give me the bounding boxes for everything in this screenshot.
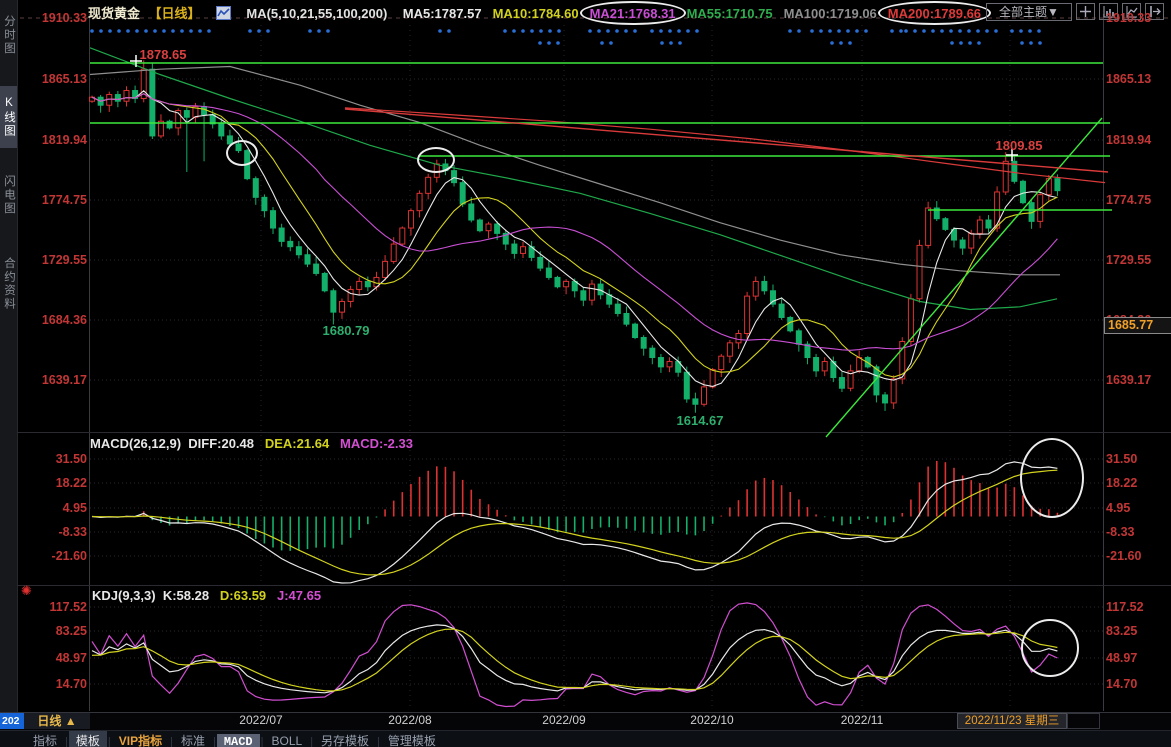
year-clip-cell: 202 <box>0 713 25 729</box>
macd-params: MACD(26,12,9) <box>90 436 181 451</box>
kdj-axis-label-left: 117.52 <box>17 599 90 615</box>
date-label: 2022/07 <box>226 713 296 727</box>
price-tag: 1685.77 <box>1104 317 1171 334</box>
kdj-k-value: K:58.28 <box>163 588 209 603</box>
toolbar-divider: | <box>65 736 68 747</box>
date-label: 2022/10 <box>677 713 747 727</box>
mini-chart-icon[interactable] <box>216 6 231 23</box>
price-axis-label-left: 1819.94 <box>17 132 90 148</box>
price-axis-label-right: 1819.94 <box>1106 132 1151 148</box>
ma-params-label: MA(5,10,21,55,100,200) <box>246 6 387 21</box>
price-axis-label-right: 1729.55 <box>1106 252 1151 268</box>
bottom-toolbar: 指标|模板|VIP指标|标准|MACD|BOLL|另存模板|管理模板 <box>0 730 1171 747</box>
macd-diff-value: DIFF:20.48 <box>188 436 254 451</box>
kdj-header: KDJ(9,3,3) K:58.28 D:63.59 J:47.65 <box>92 588 321 603</box>
price-axis-label-right: 1910.33 <box>1106 10 1151 26</box>
macd-axis-label-right: 18.22 <box>1106 475 1137 491</box>
toolbar-divider: | <box>108 736 111 747</box>
price-axis-label-right: 1865.13 <box>1106 71 1151 87</box>
kdj-axis-label-left: 14.70 <box>17 676 90 692</box>
toolbar-item-VIP指标[interactable]: VIP指标 <box>112 731 169 747</box>
toolbar-divider: | <box>170 736 173 747</box>
macd-axis-label-left: 31.50 <box>17 451 90 467</box>
toolbar-item-指标[interactable]: 指标 <box>26 731 64 747</box>
price-axis-label-left: 1729.55 <box>17 252 90 268</box>
macd-axis-label-left: -21.60 <box>17 548 90 564</box>
macd-axis-label-right: 31.50 <box>1106 451 1137 467</box>
kdj-axis-label-left: 48.97 <box>17 650 90 666</box>
price-axis-label-left: 1639.17 <box>17 372 90 388</box>
current-date-cell: 2022/11/23 星期三 <box>957 713 1067 729</box>
kdj-axis-label-right: 117.52 <box>1106 599 1144 615</box>
empty-date-cell <box>1067 713 1100 729</box>
kdj-axis-label-right: 14.70 <box>1106 676 1137 692</box>
chart-canvas[interactable] <box>0 0 1171 747</box>
trading-app-window: 分时图K线图闪电图合约资料 现货黄金 【日线】 MA(5,10,21,55,10… <box>0 0 1171 747</box>
ma-legend-MA100: MA100:1719.06 <box>784 6 877 21</box>
price-axis-label-left: 1684.36 <box>17 312 90 328</box>
date-label: 2022/11 <box>827 713 897 727</box>
macd-header: MACD(26,12,9) DIFF:20.48 DEA:21.64 MACD:… <box>90 436 413 451</box>
date-label: 2022/09 <box>529 713 599 727</box>
price-axis-label-left: 1910.33 <box>17 10 90 26</box>
theme-select-button[interactable]: 全部主题▼ <box>986 3 1072 21</box>
kdj-d-value: D:63.59 <box>220 588 266 603</box>
crosshair-icon[interactable] <box>1076 3 1095 20</box>
macd-axis-label-left: 4.95 <box>17 500 90 516</box>
macd-axis-label-right: -8.33 <box>1106 524 1135 540</box>
kdj-j-value: J:47.65 <box>277 588 321 603</box>
toolbar-divider: | <box>377 736 380 747</box>
kdj-axis-label-right: 48.97 <box>1106 650 1137 666</box>
price-axis-label-right: 1639.17 <box>1106 372 1151 388</box>
ma-legend-MA5: MA5:1787.57 <box>403 6 482 21</box>
toolbar-item-管理模板[interactable]: 管理模板 <box>381 731 443 747</box>
ma-legend: MA5:1787.57 MA10:1784.60 MA21:1768.31 MA55:… <box>403 5 992 22</box>
period-switch[interactable]: 日线 ▲ <box>24 713 90 729</box>
macd-dea-value: DEA:21.64 <box>265 436 329 451</box>
price-axis-label-right: 1774.75 <box>1106 192 1151 208</box>
toolbar-divider: | <box>261 736 264 747</box>
macd-axis-label-left: 18.22 <box>17 475 90 491</box>
toolbar-item-BOLL[interactable]: BOLL <box>265 733 310 747</box>
highlight-ellipse <box>580 1 686 25</box>
ma-legend-MA200: MA200:1789.66 <box>888 6 981 21</box>
period-label: 【日线】 <box>148 3 200 22</box>
toolbar-item-另存模板[interactable]: 另存模板 <box>314 731 376 747</box>
toolbar-divider: | <box>310 736 313 747</box>
indicator-settings-icon[interactable]: ✺ <box>21 583 32 599</box>
price-axis-label-left: 1865.13 <box>17 71 90 87</box>
date-label: 2022/08 <box>375 713 445 727</box>
kdj-axis-label-right: 83.25 <box>1106 623 1137 639</box>
chart-header: 现货黄金 【日线】 MA(5,10,21,55,100,200) MA5:178… <box>88 3 992 23</box>
ma-legend-MA21: MA21:1768.31 <box>590 6 676 21</box>
highlight-ellipse <box>878 1 991 25</box>
macd-axis-label-right: -21.60 <box>1106 548 1141 564</box>
toolbar-item-MACD[interactable]: MACD <box>217 734 260 747</box>
toolbar-item-标准[interactable]: 标准 <box>174 731 212 747</box>
macd-axis-label-right: 4.95 <box>1106 500 1130 516</box>
symbol-title: 现货黄金 <box>88 3 140 22</box>
kdj-params: KDJ(9,3,3) <box>92 588 156 603</box>
macd-axis-label-left: -8.33 <box>17 524 90 540</box>
toolbar-divider: | <box>213 736 216 747</box>
macd-value: MACD:-2.33 <box>340 436 413 451</box>
price-axis-label-left: 1774.75 <box>17 192 90 208</box>
ma-legend-MA55: MA55:1710.75 <box>687 6 773 21</box>
ma-legend-MA10: MA10:1784.60 <box>493 6 579 21</box>
toolbar-item-模板[interactable]: 模板 <box>69 731 107 747</box>
kdj-axis-label-left: 83.25 <box>17 623 90 639</box>
